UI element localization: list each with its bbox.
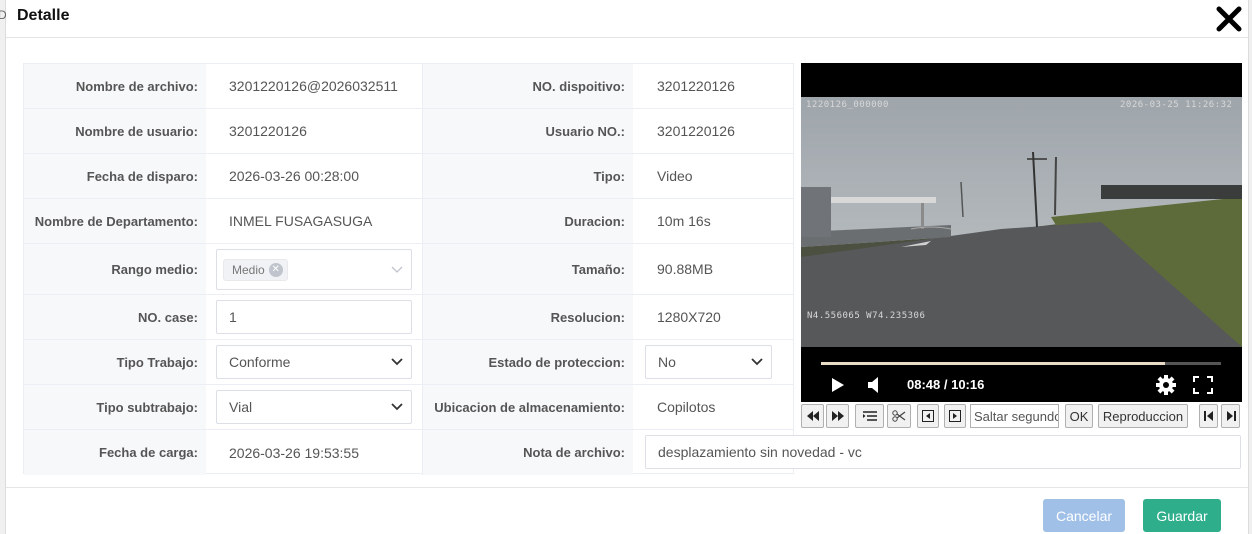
department-value: INMEL FUSAGASUGA — [229, 213, 373, 229]
field-label: Fecha de disparo: — [24, 154, 206, 198]
username-value: 3201220126 — [229, 123, 307, 139]
form-row: Nombre de archivo: 3201220126@2026032511… — [24, 64, 793, 109]
detail-panel: Nombre de archivo: 3201220126@2026032511… — [23, 63, 1245, 475]
form-row: Fecha de carga: 2026-03-26 19:53:55 Nota… — [24, 430, 1241, 475]
fast-forward-icon[interactable] — [826, 404, 849, 428]
dialog-title: Detalle — [17, 7, 70, 24]
form-row: NO. case: 1 Resolucion: 1280X720 — [24, 295, 793, 340]
field-label: Nota de archivo: — [423, 430, 633, 475]
user-number-value: 3201220126 — [657, 123, 735, 139]
prev-frame-icon[interactable] — [917, 404, 939, 428]
volume-icon[interactable] — [867, 376, 881, 399]
size-value: 90.88MB — [657, 261, 714, 277]
gear-icon[interactable] — [1155, 374, 1177, 401]
subwork-type-select[interactable]: Vial — [216, 390, 412, 424]
storage-location-value: Copilotos — [657, 399, 716, 415]
field-label: Fecha de carga: — [24, 430, 206, 475]
work-type-value: Conforme — [229, 354, 291, 370]
type-value: Video — [657, 168, 693, 184]
field-label: Tipo: — [423, 154, 633, 198]
media-range-tag-label: Medio — [232, 262, 265, 277]
video-player[interactable]: 1220126_000000 2026-03-25 11:26:32 N4.55… — [801, 63, 1242, 402]
form-row: Nombre de Departamento: INMEL FUSAGASUGA… — [24, 199, 793, 244]
file-note-input[interactable]: desplazamiento sin novedad - vc — [645, 435, 1241, 469]
video-progress-fill — [821, 362, 1165, 365]
video-progress-bar[interactable] — [821, 362, 1221, 365]
ok-button[interactable]: OK — [1065, 404, 1093, 428]
field-label: Nombre de archivo: — [24, 64, 206, 108]
cancel-button[interactable]: Cancelar — [1043, 499, 1125, 532]
skip-start-icon[interactable] — [1199, 404, 1218, 428]
field-label: Rango medio: — [24, 244, 206, 294]
save-button[interactable]: Guardar — [1143, 499, 1221, 532]
field-label: Duracion: — [423, 199, 633, 243]
scissors-icon[interactable] — [887, 404, 911, 428]
form-row: Tipo subtrabajo: Vial Ubicacion de almac… — [24, 385, 793, 430]
field-label: Resolucion: — [423, 295, 633, 339]
trigger-date-value: 2026-03-26 00:28:00 — [229, 168, 359, 184]
field-label: NO. dispoitivo: — [423, 64, 633, 108]
form-row: Rango medio: Medio ✕ Tamaño: 90.88MB — [24, 244, 793, 295]
device-number-value: 3201220126 — [657, 78, 735, 94]
field-label: Nombre de Departamento: — [24, 199, 206, 243]
osd-gps: N4.556065 W74.235306 — [807, 311, 926, 321]
osd-device-id: 1220126_000000 — [806, 100, 889, 110]
seek-seconds-input[interactable] — [970, 404, 1059, 428]
chevron-down-icon — [751, 358, 763, 366]
form-row: Nombre de usuario: 3201220126 Usuario NO… — [24, 109, 793, 154]
duration-value: 10m 16s — [657, 213, 711, 229]
video-frame — [801, 97, 1242, 347]
protection-state-value: No — [658, 354, 676, 370]
dialog-footer: Cancelar Guardar — [6, 487, 1248, 534]
playback-button[interactable]: Reproduccion — [1098, 404, 1188, 428]
backdrop-left-edge: D — [0, 0, 7, 534]
form-row: Fecha de disparo: 2026-03-26 00:28:00 Ti… — [24, 154, 793, 199]
backdrop-right-edge — [1248, 0, 1252, 534]
chevron-down-icon — [391, 403, 403, 411]
chevron-down-icon — [391, 358, 403, 366]
field-label: NO. case: — [24, 295, 206, 339]
playback-toolbar: OK Reproduccion — [801, 403, 1242, 429]
rewind-icon[interactable] — [801, 404, 824, 428]
next-frame-icon[interactable] — [944, 404, 966, 428]
osd-timestamp: 2026-03-25 11:26:32 — [1120, 100, 1233, 110]
resolution-value: 1280X720 — [657, 309, 721, 325]
case-number-input[interactable]: 1 — [216, 300, 412, 334]
media-range-select[interactable]: Medio ✕ — [216, 249, 412, 290]
video-time: 08:48 / 10:16 — [907, 377, 985, 392]
tag-remove-icon[interactable]: ✕ — [268, 262, 283, 277]
list-icon[interactable] — [855, 404, 884, 428]
field-label: Tipo subtrabajo: — [24, 385, 206, 429]
field-label: Ubicacion de almacenamiento: — [423, 385, 633, 429]
field-label: Nombre de usuario: — [24, 109, 206, 153]
filename-value: 3201220126@2026032511 — [229, 78, 398, 94]
detail-form: Nombre de archivo: 3201220126@2026032511… — [23, 63, 1241, 475]
field-label: Tipo Trabajo: — [24, 340, 206, 384]
work-type-select[interactable]: Conforme — [216, 345, 412, 379]
media-range-tag: Medio ✕ — [223, 258, 288, 281]
field-label: Tamaño: — [423, 244, 633, 294]
field-label: Usuario NO.: — [423, 109, 633, 153]
subwork-type-value: Vial — [229, 399, 253, 415]
upload-date-value: 2026-03-26 19:53:55 — [229, 444, 359, 461]
protection-state-select[interactable]: No — [645, 345, 772, 379]
play-icon[interactable] — [831, 377, 845, 398]
form-row: Tipo Trabajo: Conforme Estado de protecc… — [24, 340, 793, 385]
skip-end-icon[interactable] — [1221, 404, 1240, 428]
chevron-down-icon — [391, 266, 403, 273]
field-label: Estado de proteccion: — [423, 340, 633, 384]
fullscreen-icon[interactable] — [1193, 376, 1213, 399]
dialog-header: Detalle — [6, 0, 1248, 38]
close-x-icon[interactable] — [1214, 4, 1244, 34]
